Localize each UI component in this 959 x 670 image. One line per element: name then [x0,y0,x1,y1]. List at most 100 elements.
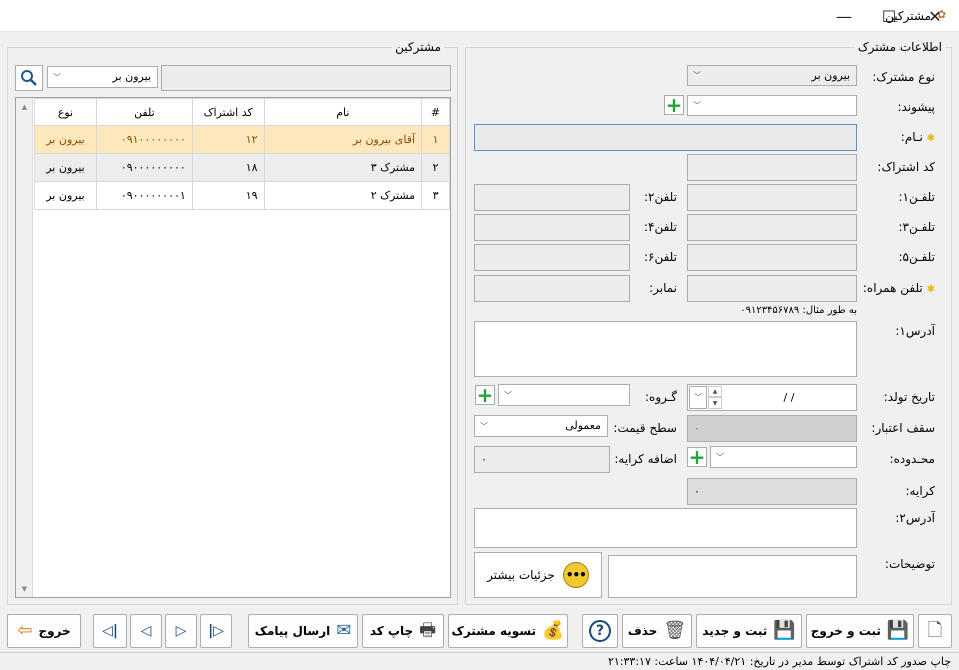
add-zone-button[interactable]: + [687,447,707,467]
new-document-button[interactable]: 🗋 [918,614,952,648]
notes-input[interactable] [608,555,857,598]
cell-code: ۱۲ [191,125,265,154]
cell-type: بیرون بر [34,125,97,154]
phone6-input[interactable] [474,244,630,271]
delete-button[interactable]: 🗑 حذف [622,614,692,648]
cell-phone: ۰۹۱۰۰۰۰۰۰۰۰ [95,125,193,154]
last-record-icon: ▷| [208,623,224,639]
trash-icon: 🗑 [663,620,687,641]
price-level-dropdown[interactable]: معمولی ﹀ [474,415,608,437]
spin-up-icon[interactable]: ▲ [708,386,722,397]
phone3-input[interactable] [687,214,857,241]
spin-down-icon[interactable]: ▼ [708,397,722,409]
send-sms-label: ارسال پیامک [254,624,331,638]
previous-record-button[interactable]: ◁ [130,614,162,648]
first-record-button[interactable]: |◁ [93,614,127,648]
cell-phone: ۰۹۰۰۰۰۰۰۰۰۰ [95,153,193,182]
price-level-label: سطح قیمت: [613,421,677,435]
title-bar: ✿ مشترکین — ☐ ✕ [0,0,959,32]
phone4-input[interactable] [474,214,630,241]
col-type[interactable]: نوع [34,98,97,126]
send-sms-button[interactable]: ✉ ارسال پیامک [248,614,358,648]
group-dropdown[interactable]: ﹀ [498,384,630,406]
address1-label: آدرس۱: [895,324,935,338]
scroll-up-icon[interactable]: ▲ [16,98,33,115]
more-details-button[interactable]: ••• جزئیات بیشتر [474,552,602,598]
group-label: گـروه: [645,390,677,404]
phone2-label: تلفن۲: [643,190,677,204]
save-exit-button[interactable]: 💾 ثبت و خروج [806,614,914,648]
fax-input[interactable] [474,275,630,302]
address1-input[interactable] [474,321,857,377]
col-num[interactable]: # [421,98,450,126]
chevron-down-icon: ﹀ [504,390,512,400]
phone4-label: تلفن۴: [643,220,677,234]
phone5-input[interactable] [687,244,857,271]
minimize-button[interactable]: — [821,0,867,32]
fax-label: نمابر: [649,281,677,295]
cell-phone: ۰۹۰۰۰۰۰۰۰۰۱ [95,181,193,210]
phone1-input[interactable] [687,184,857,211]
cell-num: ۳ [421,181,450,210]
table-row[interactable]: ۳ مشترک ۲ ۱۹ ۰۹۰۰۰۰۰۰۰۰۱ بیرون بر [34,181,450,210]
name-label: ✱ نـام: [900,130,935,144]
print-code-button[interactable]: 🖶 چاپ کد [362,614,444,648]
chevron-down-icon: ﹀ [693,101,701,110]
cell-type: بیرون بر [34,181,97,210]
save-new-button[interactable]: 💾 ثبت و جدید [696,614,802,648]
code-input[interactable] [687,154,857,181]
zone-dropdown[interactable]: ﹀ [710,446,857,468]
table-header: # نام کد اشتراک تلفن نوع [34,98,450,126]
cell-name: آقای بیرون بر [263,125,423,154]
table-row[interactable]: ۱ آقای بیرون بر ۱۲ ۰۹۱۰۰۰۰۰۰۰۰ بیرون بر [34,125,450,154]
plus-icon: + [688,445,706,469]
phone3-label: تلفـن۳: [898,220,935,234]
customer-type-dropdown[interactable]: بیرون بر ﹀ [687,65,857,86]
mobile-input[interactable] [687,275,857,302]
col-code[interactable]: کد اشتراک [191,98,265,126]
fare-input[interactable]: ۰ [687,478,857,505]
next-record-button[interactable]: ▷ [165,614,197,648]
scroll-down-icon[interactable]: ▼ [16,580,33,597]
credit-limit-label: سقف اعتبار: [871,421,935,435]
table-row[interactable]: ۲ مشترک ۳ ۱۸ ۰۹۰۰۰۰۰۰۰۰۰ بیرون بر [34,153,450,182]
maximize-button[interactable]: ☐ [866,0,912,32]
birthdate-input[interactable]: / / ﹀ ▲ ▼ [687,384,857,411]
required-star-icon: ✱ [926,284,935,295]
exit-label: خروج [38,624,71,638]
next-record-icon: ▷ [175,623,187,639]
required-star-icon: ✱ [926,133,935,144]
printer-icon: 🖶 [419,620,437,641]
cell-code: ۱۸ [191,153,265,182]
search-input[interactable] [161,65,451,91]
search-button[interactable] [15,65,43,91]
address2-label: آدرس۲: [895,511,935,525]
add-group-button[interactable]: + [475,385,495,405]
name-input[interactable] [474,124,857,151]
prefix-dropdown[interactable]: ﹀ [687,95,857,116]
credit-limit-input[interactable]: ۰ [687,415,857,442]
status-text: چاپ صدور کد اشتراک توسط مدیر در تاریخ: ۱… [608,655,951,668]
calendar-dropdown-icon[interactable]: ﹀ [689,386,707,409]
add-prefix-button[interactable]: + [664,95,684,115]
settle-customer-button[interactable]: 💰 تسویه مشترک [448,614,568,648]
exit-door-icon: ⇦ [17,620,33,641]
cell-name: مشترک ۳ [263,153,423,182]
col-phone[interactable]: تلفن [95,98,193,126]
exit-button[interactable]: خروج ⇦ [7,614,81,648]
chevron-down-icon: ﹀ [693,71,701,80]
fare-add-input[interactable]: ۰ [474,446,610,473]
last-record-button[interactable]: ▷| [200,614,232,648]
save-new-label: ثبت و جدید [702,624,768,638]
close-button[interactable]: ✕ [912,0,958,32]
customer-info-title: اطلاعات مشترک [854,40,945,54]
vertical-scrollbar[interactable]: ▲ ▼ [16,98,33,597]
customers-list-title: مشترکین [392,40,444,54]
address2-input[interactable] [474,508,857,548]
help-button[interactable]: ? [582,614,618,648]
filter-type-dropdown[interactable]: بیرون بر ﹀ [47,66,158,88]
cell-num: ۱ [421,125,450,154]
phone2-input[interactable] [474,184,630,211]
col-name[interactable]: نام [263,98,423,126]
status-bar: چاپ صدور کد اشتراک توسط مدیر در تاریخ: ۱… [0,652,959,670]
